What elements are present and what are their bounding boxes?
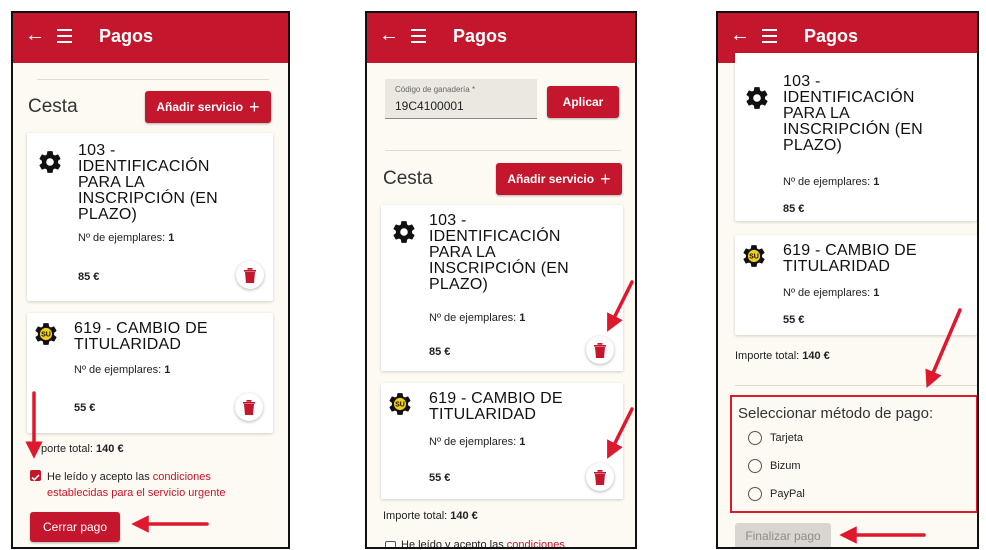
urgent-gear-icon: SU [389,393,411,415]
plus-icon: + [249,96,260,117]
item-quantity: Nº de ejemplares: 1 [429,436,526,448]
cart-item-card: 103 - IDENTIFICACIÓN PARA LA INSCRIPCIÓN (E… [735,53,977,221]
item-price: 55 € [783,314,805,326]
item-title: 619 - CAMBIO DE TITULARIDAD [74,320,208,353]
gear-icon [39,151,61,173]
terms-text: He leído y acepto las condiciones establ… [47,471,226,499]
cart-heading: Cesta [383,168,433,189]
cart-item-card: SU 619 - CAMBIO DE TITULARIDAD Nº de ejem… [27,313,273,433]
screen-2: ← Pagos Código de ganadería * 19C4100001… [365,11,637,549]
menu-icon[interactable] [57,29,72,43]
terms-text: He leído y acepto las condiciones [401,539,565,549]
radio-label-bizum: Bizum [770,460,801,472]
item-price: 85 € [429,346,451,358]
add-service-button[interactable]: Añadir servicio + [145,91,271,123]
add-service-label: Añadir servicio [156,100,244,114]
item-title: 619 - CAMBIO DE TITULARIDAD [429,390,563,423]
app-title: Pagos [453,26,508,46]
menu-icon[interactable] [411,29,426,43]
item-title: 619 - CAMBIO DE TITULARIDAD [783,242,917,275]
trash-icon [244,268,256,283]
payment-method-section: Seleccionar método de pago: Tarjeta Bizu… [730,395,977,513]
cart-item-card: 103 - IDENTIFICACIÓN PARA LA INSCRIPCIÓN (E… [381,205,623,371]
terms-checkbox[interactable] [385,541,396,547]
add-service-button[interactable]: Añadir servicio + [496,163,622,195]
herd-code-field[interactable]: Código de ganadería * 19C4100001 [385,79,537,119]
back-arrow-icon[interactable]: ← [379,25,399,45]
screen-3: ← Pagos 103 - IDENTIFICACIÓN PARA LA INSCRI… [716,11,979,549]
urgent-gear-icon: SU [35,323,57,345]
check-icon [31,474,40,481]
radio-label-tarjeta: Tarjeta [770,432,804,444]
item-price: 55 € [74,402,96,414]
divider [37,79,269,80]
item-quantity: Nº de ejemplares: 1 [78,232,175,244]
back-arrow-icon[interactable]: ← [730,25,750,45]
radio-bizum[interactable] [748,459,762,473]
add-service-label: Añadir servicio [507,172,595,186]
back-arrow-icon[interactable]: ← [25,25,45,45]
radio-paypal[interactable] [748,487,762,501]
app-title: Pagos [99,26,154,46]
app-title: Pagos [804,26,859,46]
svg-text:SU: SU [41,332,51,339]
delete-item-button[interactable] [235,393,263,421]
trash-icon [243,400,255,415]
divider [385,150,621,151]
menu-icon[interactable] [762,29,777,43]
svg-text:SU: SU [395,402,405,409]
item-price: 85 € [783,203,805,215]
app-bar: ← Pagos [13,13,288,63]
close-payment-button[interactable]: Cerrar pago [30,512,120,542]
divider [735,385,977,386]
item-title: 103 - IDENTIFICACIÓN PARA LA INSCRIPCIÓN (E… [78,142,218,223]
cart-item-card: SU 619 - CAMBIO DE TITULARIDAD Nº de ejem… [381,383,623,499]
terms-link[interactable]: establecidas para el servicio urgente [47,487,226,499]
delete-item-button[interactable] [586,336,614,364]
cart-heading: Cesta [28,96,78,117]
item-quantity: Nº de ejemplares: 1 [783,287,880,299]
payment-method-title: Seleccionar método de pago: [738,405,934,422]
herd-code-label: Código de ganadería * [395,85,476,94]
trash-icon [594,343,606,358]
gear-icon [393,221,415,243]
item-price: 85 € [78,271,100,283]
cart-item-card: SU 619 - CAMBIO DE TITULARIDAD Nº de ejem… [735,235,977,335]
cart-item-card: 103 - IDENTIFICACIÓN PARA LA INSCRIPCIÓN (E… [27,133,273,301]
total-amount: Importe total: 140 € [735,350,830,362]
item-title: 103 - IDENTIFICACIÓN PARA LA INSCRIPCIÓN (E… [783,73,923,154]
item-quantity: Nº de ejemplares: 1 [783,176,880,188]
item-quantity: Nº de ejemplares: 1 [74,364,171,376]
total-amount: porte total: 140 € [41,443,124,455]
screen-1: ← Pagos Cesta Añadir servicio + 103 - IDEN… [11,11,290,549]
apply-button[interactable]: Aplicar [547,86,619,118]
svg-text:SU: SU [749,254,759,261]
urgent-gear-icon: SU [743,245,765,267]
delete-item-button[interactable] [236,261,264,289]
delete-item-button[interactable] [586,463,614,491]
plus-icon: + [600,168,611,189]
herd-code-value: 19C4100001 [395,99,464,113]
app-bar: ← Pagos [367,13,635,63]
radio-label-paypal: PayPal [770,488,805,500]
finish-payment-button[interactable]: Finalizar pago [735,523,831,547]
terms-link[interactable]: condiciones [153,471,211,483]
item-title: 103 - IDENTIFICACIÓN PARA LA INSCRIPCIÓN (E… [429,212,569,293]
radio-tarjeta[interactable] [748,431,762,445]
total-amount: Importe total: 140 € [383,510,478,522]
item-quantity: Nº de ejemplares: 1 [429,312,526,324]
terms-checkbox[interactable] [30,470,41,481]
item-price: 55 € [429,472,451,484]
trash-icon [594,470,606,485]
terms-link[interactable]: condiciones [507,539,565,547]
gear-icon [746,87,768,109]
